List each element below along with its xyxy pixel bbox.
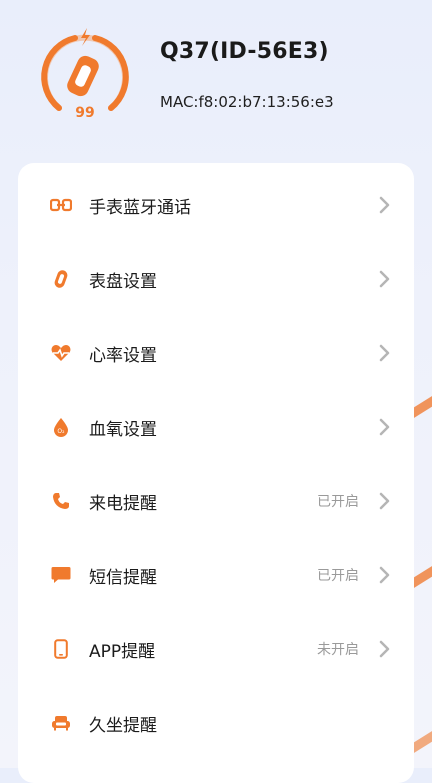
device-mac-address: MAC:f8:02:b7:13:56:e3 [160, 93, 334, 111]
message-icon [50, 564, 72, 586]
chevron-right-icon [379, 492, 390, 510]
chevron-right-icon [379, 270, 390, 288]
menu-item-label: 心率设置 [89, 345, 157, 366]
menu-item-call-reminder[interactable]: 来电提醒 已开启 [18, 464, 414, 538]
chevron-right-icon [379, 344, 390, 362]
battery-percentage: 99 [75, 105, 95, 121]
menu-item-bluetooth-call[interactable]: 手表蓝牙通话 [18, 168, 414, 242]
menu-item-watch-face[interactable]: 表盘设置 [18, 242, 414, 316]
link-icon [50, 194, 72, 216]
chevron-right-icon [379, 640, 390, 658]
menu-item-label: APP提醒 [89, 641, 156, 662]
menu-item-label: 血氧设置 [89, 419, 157, 440]
menu-item-label: 手表蓝牙通话 [89, 197, 191, 218]
sofa-icon [50, 712, 72, 734]
menu-item-blood-oxygen[interactable]: O₂ 血氧设置 [18, 390, 414, 464]
menu-item-sms-reminder[interactable]: 短信提醒 已开启 [18, 538, 414, 612]
svg-text:O₂: O₂ [57, 428, 65, 435]
chevron-right-icon [379, 418, 390, 436]
menu-item-app-reminder[interactable]: APP提醒 未开启 [18, 612, 414, 686]
blood-oxygen-icon: O₂ [50, 416, 72, 438]
watch-face-icon [50, 268, 72, 290]
menu-item-label: 表盘设置 [89, 271, 157, 292]
menu-item-label: 短信提醒 [89, 567, 157, 588]
menu-item-heart-rate[interactable]: 心率设置 [18, 316, 414, 390]
menu-item-status: 未开启 [317, 642, 359, 658]
menu-item-status: 已开启 [317, 494, 359, 510]
settings-card: 手表蓝牙通话 表盘设置 心率设置 O₂ 血氧设置 来电提醒 已开启 短信提醒 已… [18, 163, 414, 783]
menu-item-label: 来电提醒 [89, 493, 157, 514]
device-name: Q37(ID-56E3) [160, 39, 329, 64]
menu-item-status: 已开启 [317, 568, 359, 584]
smartphone-icon [50, 638, 72, 660]
heart-rate-icon [50, 342, 72, 364]
menu-item-sedentary-reminder[interactable]: 久坐提醒 [18, 686, 414, 760]
menu-item-label: 久坐提醒 [89, 715, 157, 736]
chevron-right-icon [379, 196, 390, 214]
chevron-right-icon [379, 566, 390, 584]
phone-icon [50, 490, 72, 512]
device-header: 99 Q37(ID-56E3) MAC:f8:02:b7:13:56:e3 [0, 0, 432, 160]
